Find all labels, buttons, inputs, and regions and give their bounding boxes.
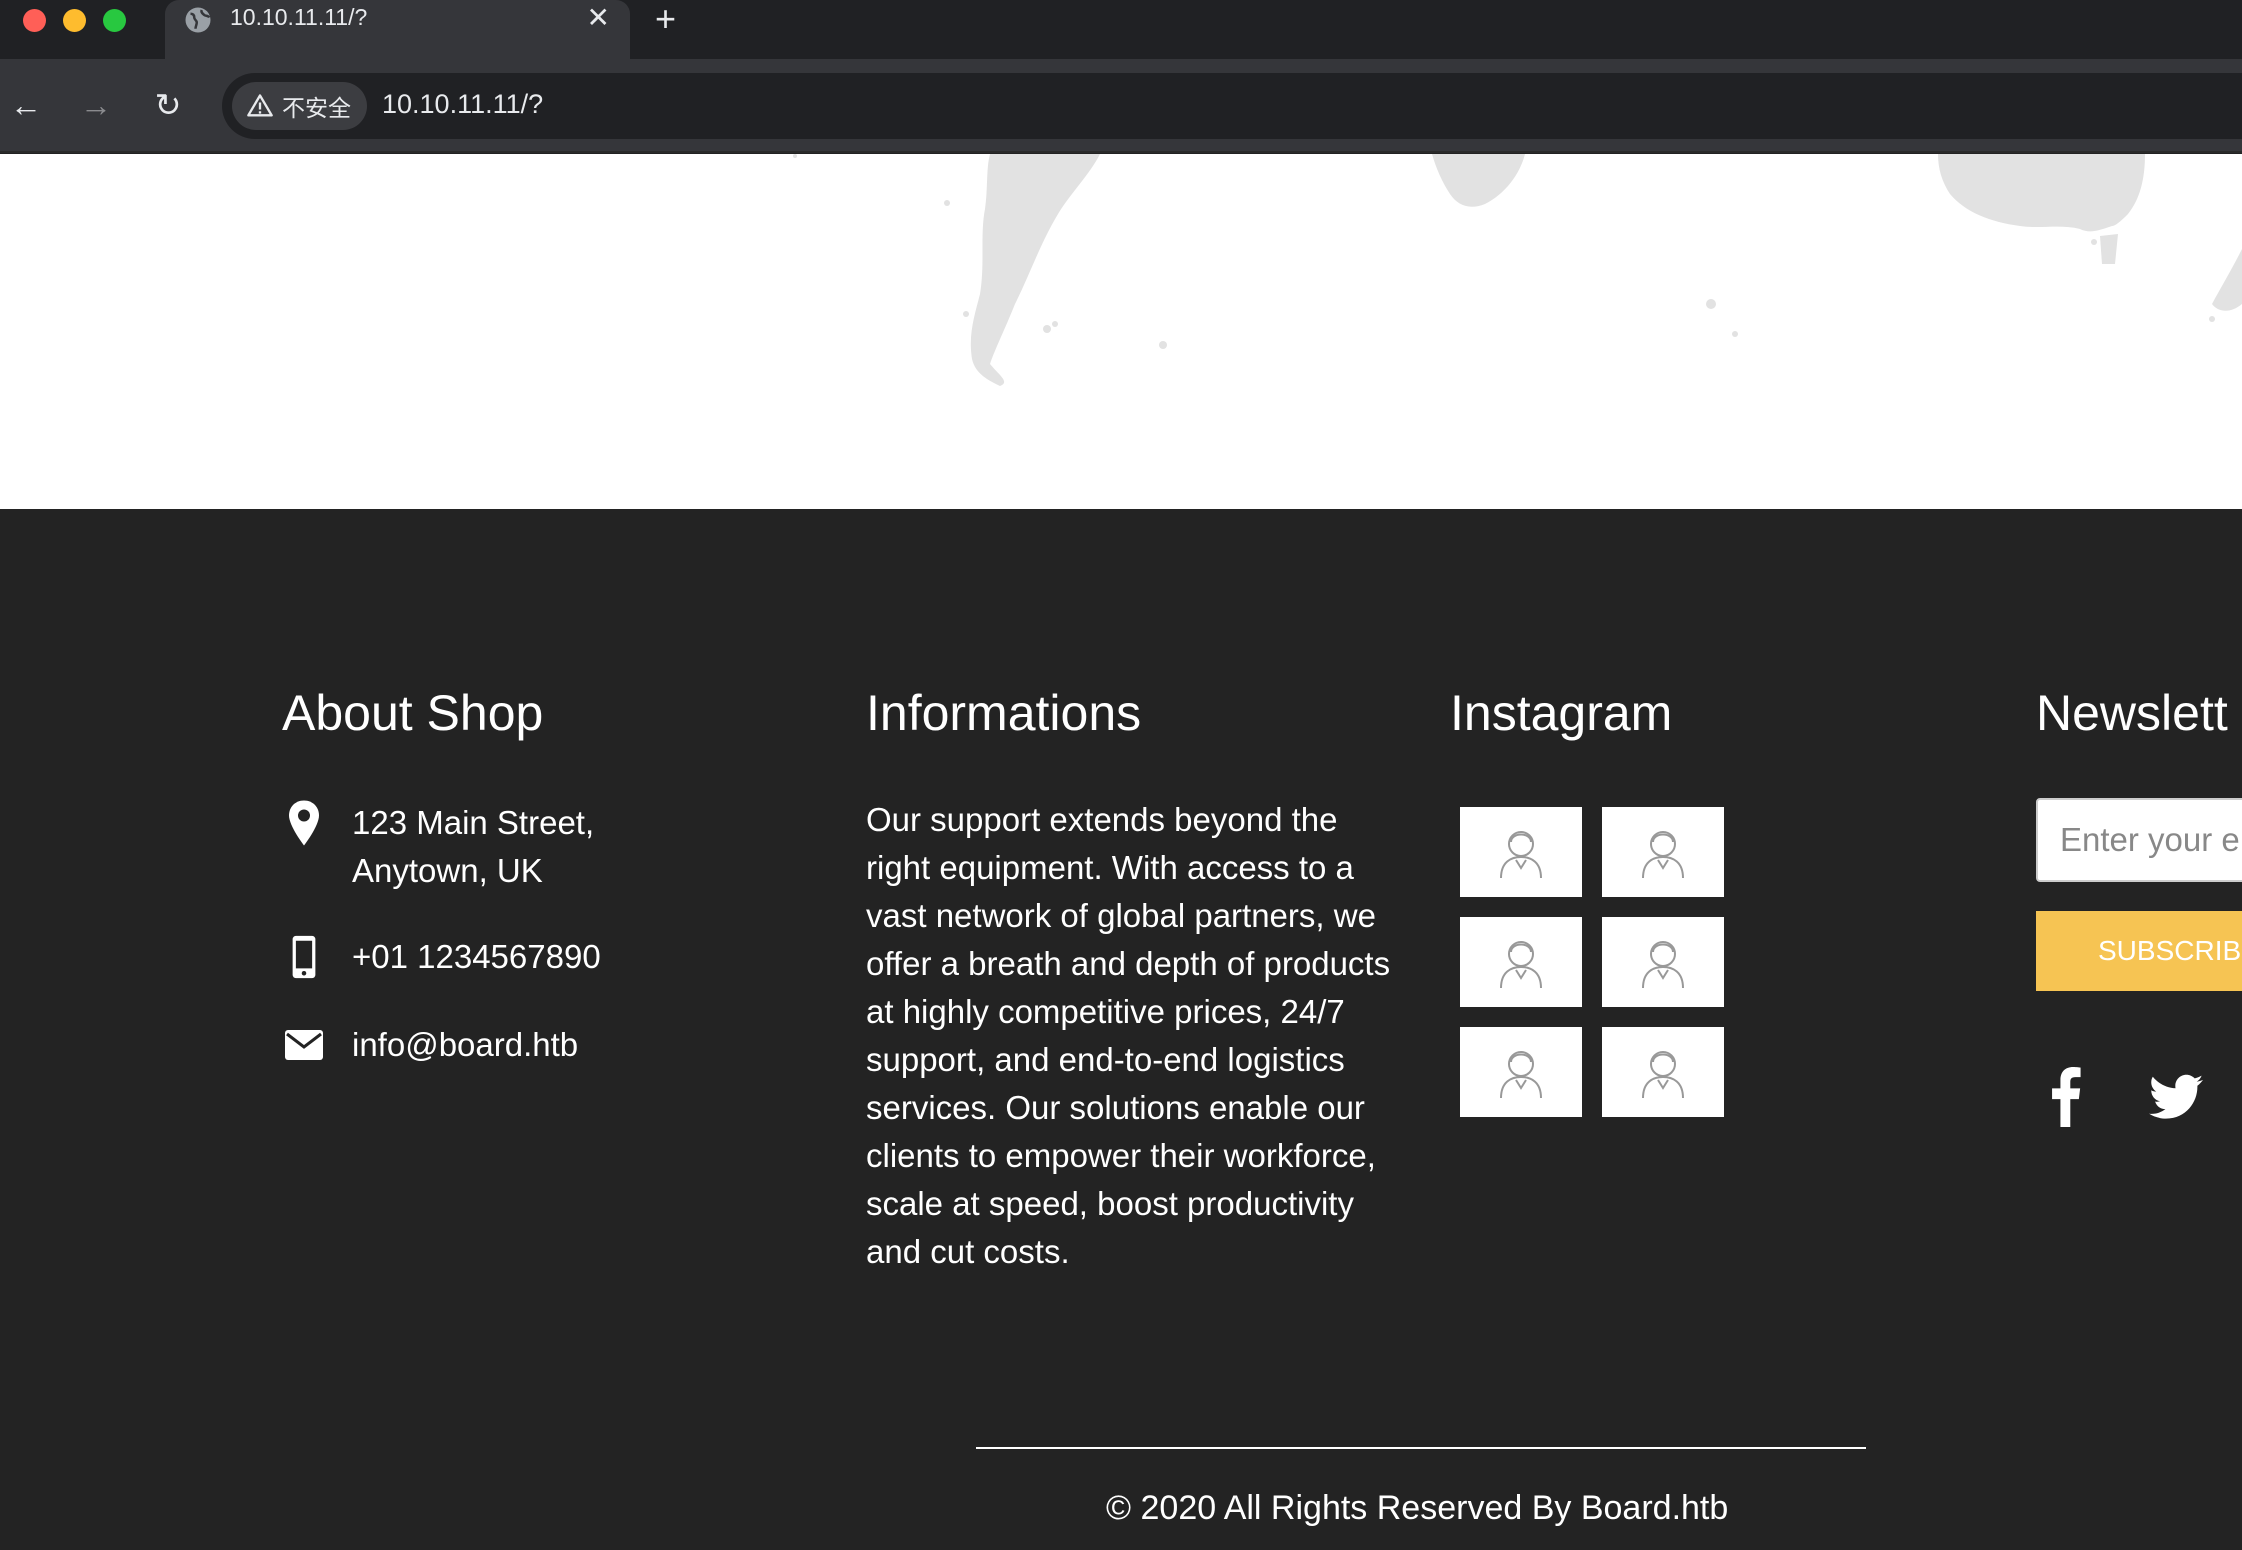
avatar-icon <box>1500 941 1542 989</box>
world-map-section <box>0 154 2242 509</box>
maximize-window-button[interactable] <box>103 9 126 32</box>
url-text[interactable]: 10.10.11.11/? <box>382 89 543 120</box>
instagram-thumbnail[interactable] <box>1460 807 1582 897</box>
avatar-icon <box>1642 831 1684 879</box>
address-row: 123 Main Street, Anytown, UK <box>282 799 594 895</box>
twitter-link[interactable] <box>2148 1064 2204 1130</box>
address-line-2: Anytown, UK <box>352 852 543 889</box>
browser-tab-bar: 10.10.11.11/? ✕ + <box>0 0 2242 59</box>
facebook-link[interactable] <box>2038 1064 2094 1130</box>
minimize-window-button[interactable] <box>63 9 86 32</box>
informations-text: Our support extends beyond the right equ… <box>866 801 1391 1270</box>
address-bar[interactable]: 不安全 10.10.11.11/? <box>222 73 2242 139</box>
reload-button[interactable]: ↻ <box>148 85 188 125</box>
close-window-button[interactable] <box>23 9 46 32</box>
phone-number[interactable]: +01 1234567890 <box>352 933 601 981</box>
world-map-image <box>793 154 2242 386</box>
address-line-1: 123 Main Street, <box>352 804 595 841</box>
browser-toolbar: ← → ↻ 不安全 10.10.11.11/? <box>0 59 2242 153</box>
envelope-icon <box>282 1021 326 1069</box>
instagram-thumbnail[interactable] <box>1602 1027 1724 1117</box>
avatar-icon <box>1500 831 1542 879</box>
globe-icon <box>185 7 211 33</box>
twitter-icon <box>2149 1074 2203 1119</box>
email-row: info@board.htb <box>282 1021 578 1069</box>
instagram-thumbnail[interactable] <box>1460 917 1582 1007</box>
browser-tab[interactable]: 10.10.11.11/? ✕ <box>165 0 630 59</box>
instagram-thumbnail[interactable] <box>1602 917 1724 1007</box>
tab-close-icon[interactable]: ✕ <box>587 3 610 33</box>
avatar-icon <box>1642 941 1684 989</box>
new-tab-button[interactable]: + <box>655 0 676 38</box>
site-footer: About Shop 123 Main Street, Anytown, UK … <box>0 509 2242 1550</box>
map-pin-icon <box>282 799 326 847</box>
forward-button[interactable]: → <box>76 85 116 125</box>
avatar-icon <box>1642 1051 1684 1099</box>
instagram-grid <box>1460 807 1724 1117</box>
phone-row: +01 1234567890 <box>282 933 601 981</box>
mobile-phone-icon <box>282 933 326 981</box>
footer-divider <box>976 1447 1866 1449</box>
security-label: 不安全 <box>282 95 351 121</box>
tab-title: 10.10.11.11/? <box>230 4 368 30</box>
warning-icon <box>247 94 273 117</box>
back-button[interactable]: ← <box>6 85 46 125</box>
facebook-icon <box>2052 1067 2081 1127</box>
email-link[interactable]: info@board.htb <box>352 1021 578 1069</box>
security-indicator[interactable]: 不安全 <box>232 82 367 130</box>
newsletter-heading: Newslett <box>2036 685 2228 741</box>
instagram-heading: Instagram <box>1450 685 1673 741</box>
subscribe-button[interactable]: SUBSCRIB <box>2036 911 2242 991</box>
instagram-thumbnail[interactable] <box>1602 807 1724 897</box>
about-shop-heading: About Shop <box>282 685 544 741</box>
newsletter-email-input[interactable] <box>2036 798 2242 882</box>
informations-heading: Informations <box>866 685 1142 741</box>
instagram-thumbnail[interactable] <box>1460 1027 1582 1117</box>
avatar-icon <box>1500 1051 1542 1099</box>
copyright-text: © 2020 All Rights Reserved By Board.htb <box>1106 1489 1729 1527</box>
